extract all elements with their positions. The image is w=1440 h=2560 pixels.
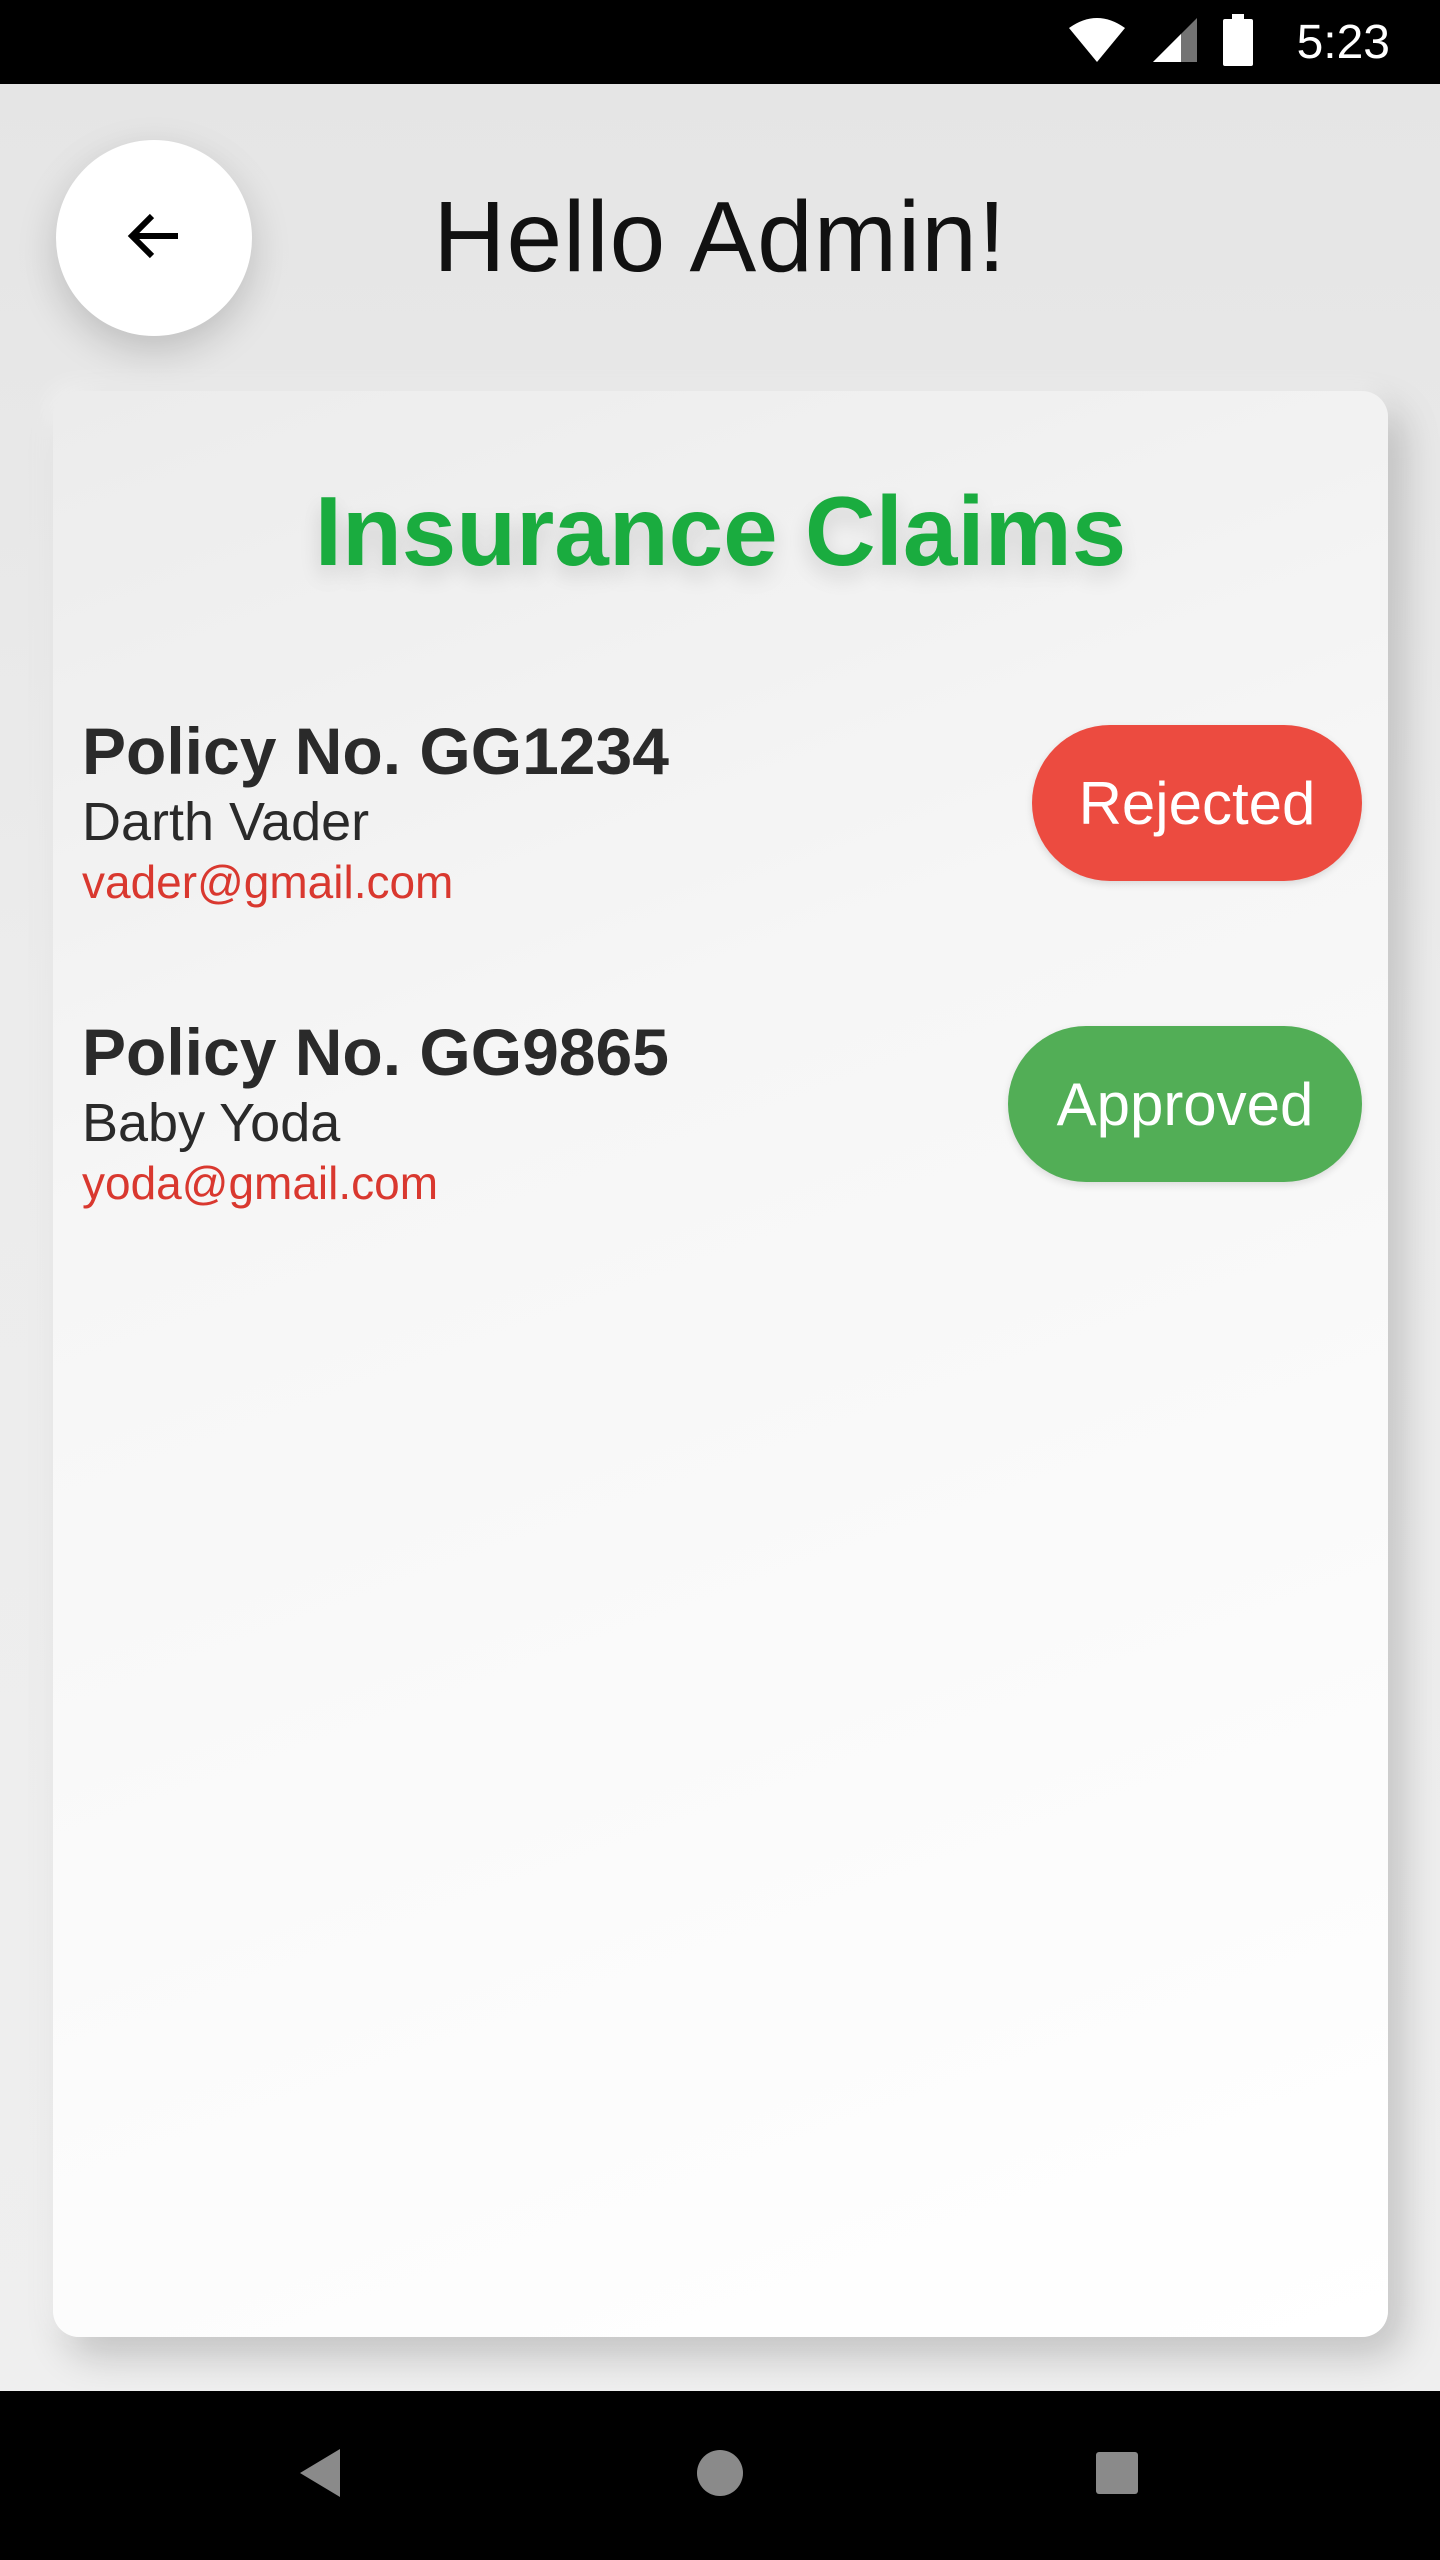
claim-row[interactable]: Policy No. GG1234 Darth Vader vader@gmai… — [82, 713, 1362, 913]
app-content: Hello Admin! Insurance Claims Policy No.… — [0, 84, 1440, 2391]
nav-back-button[interactable] — [220, 2391, 420, 2560]
status-time: 5:23 — [1296, 15, 1390, 69]
status-icons: 5:23 — [1067, 0, 1390, 84]
nav-home-icon — [696, 2449, 744, 2502]
nav-home-button[interactable] — [620, 2391, 820, 2560]
claim-row[interactable]: Policy No. GG9865 Baby Yoda yoda@gmail.c… — [82, 1014, 1362, 1214]
card-title: Insurance Claims — [314, 476, 1127, 586]
status-approved-button[interactable]: Approved — [1008, 1026, 1362, 1182]
claimant-name: Darth Vader — [82, 792, 370, 852]
nav-recents-icon — [1095, 2451, 1139, 2500]
claimant-name: Baby Yoda — [82, 1093, 341, 1153]
status-bar: 5:23 — [0, 0, 1440, 84]
nav-recents-button[interactable] — [1017, 2391, 1217, 2560]
wifi-icon — [1067, 16, 1127, 69]
claimant-email: yoda@gmail.com — [82, 1157, 439, 1209]
cell-signal-icon — [1151, 16, 1199, 69]
claimant-email: vader@gmail.com — [82, 856, 454, 908]
policy-number: Policy No. GG1234 — [82, 714, 669, 788]
status-rejected-button[interactable]: Rejected — [1032, 725, 1362, 881]
claims-card: Insurance Claims Policy No. GG1234 Darth… — [53, 391, 1388, 2337]
nav-back-icon — [298, 2447, 342, 2504]
page-title: Hello Admin! — [433, 181, 1007, 293]
policy-number: Policy No. GG9865 — [82, 1015, 669, 1089]
system-nav-bar — [0, 2391, 1440, 2560]
battery-icon — [1222, 13, 1253, 71]
